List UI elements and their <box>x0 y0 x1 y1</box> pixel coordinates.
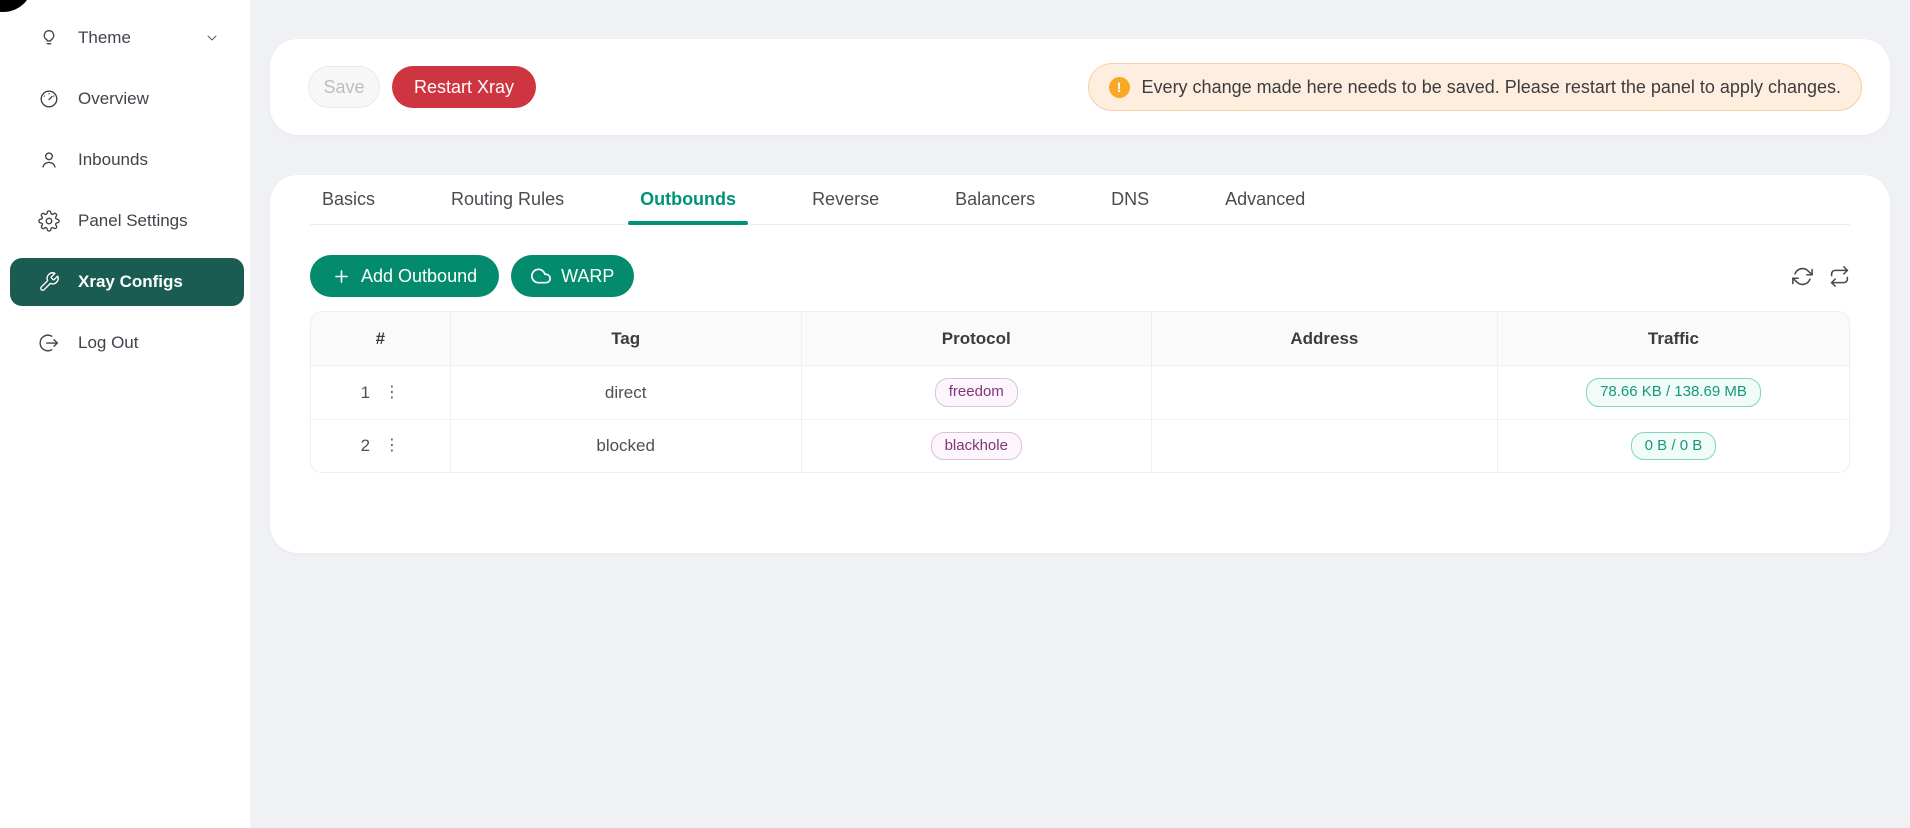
cell-tag: direct <box>450 366 801 419</box>
cell-index: 2 ⋮ <box>311 420 450 472</box>
cell-address <box>1151 366 1497 419</box>
cell-protocol: blackhole <box>801 420 1151 472</box>
dashboard-icon <box>38 88 60 110</box>
cloud-icon <box>531 266 551 286</box>
tab-dns[interactable]: DNS <box>1099 175 1161 224</box>
table-row: 1 ⋮ direct freedom 78.66 KB / 138.69 MB <box>311 366 1849 419</box>
cell-traffic: 78.66 KB / 138.69 MB <box>1497 366 1849 419</box>
traffic-badge: 78.66 KB / 138.69 MB <box>1586 378 1761 406</box>
warp-button[interactable]: WARP <box>511 255 634 297</box>
wrench-icon <box>38 271 60 293</box>
row-menu-icon[interactable]: ⋮ <box>384 385 400 401</box>
refresh-icon[interactable] <box>1792 266 1813 287</box>
sidebar-menu: Theme Overview Inbounds <box>0 0 250 367</box>
tab-routing-rules[interactable]: Routing Rules <box>439 175 576 224</box>
tab-reverse[interactable]: Reverse <box>800 175 891 224</box>
config-tabs: Basics Routing Rules Outbounds Reverse B… <box>310 175 1850 225</box>
app-window: Theme Overview Inbounds <box>0 0 1910 828</box>
protocol-badge: blackhole <box>931 432 1022 460</box>
restart-xray-button[interactable]: Restart Xray <box>392 66 536 108</box>
table-tools <box>1792 266 1850 287</box>
sidebar: Theme Overview Inbounds <box>0 0 250 828</box>
save-button[interactable]: Save <box>308 66 380 108</box>
warp-label: WARP <box>561 266 614 287</box>
row-number: 1 <box>361 383 370 403</box>
plus-icon <box>332 267 351 286</box>
sidebar-item-label: Overview <box>78 89 149 109</box>
warning-alert: ! Every change made here needs to be sav… <box>1088 63 1862 111</box>
sidebar-item-label: Panel Settings <box>78 211 188 231</box>
row-number: 2 <box>361 436 370 456</box>
sidebar-item-label: Inbounds <box>78 150 148 170</box>
traffic-badge: 0 B / 0 B <box>1631 432 1717 460</box>
tab-outbounds[interactable]: Outbounds <box>628 175 748 224</box>
table-header: # Tag Protocol Address Traffic <box>311 312 1849 366</box>
user-icon <box>38 149 60 171</box>
column-header-address: Address <box>1151 312 1497 365</box>
table-row: 2 ⋮ blocked blackhole 0 B / 0 B <box>311 419 1849 472</box>
repeat-icon[interactable] <box>1829 266 1850 287</box>
sidebar-item-label: Log Out <box>78 333 139 353</box>
cell-address <box>1151 420 1497 472</box>
sidebar-item-inbounds[interactable]: Inbounds <box>10 136 244 184</box>
cell-tag: blocked <box>450 420 801 472</box>
outbounds-table: # Tag Protocol Address Traffic 1 ⋮ direc… <box>310 311 1850 473</box>
add-outbound-label: Add Outbound <box>361 266 477 287</box>
sidebar-item-label: Theme <box>78 28 131 48</box>
cell-index: 1 ⋮ <box>311 366 450 419</box>
sidebar-item-overview[interactable]: Overview <box>10 75 244 123</box>
sidebar-item-xray-configs[interactable]: Xray Configs <box>10 258 244 306</box>
column-header-traffic: Traffic <box>1497 312 1849 365</box>
tab-balancers[interactable]: Balancers <box>943 175 1047 224</box>
sidebar-item-theme[interactable]: Theme <box>10 14 244 62</box>
toolbar-card: Save Restart Xray ! Every change made he… <box>270 39 1890 135</box>
sidebar-item-label: Xray Configs <box>78 272 183 292</box>
column-header-protocol: Protocol <box>801 312 1151 365</box>
protocol-badge: freedom <box>935 378 1018 406</box>
warning-icon: ! <box>1109 77 1130 98</box>
sidebar-item-panel-settings[interactable]: Panel Settings <box>10 197 244 245</box>
xray-configs-card: Basics Routing Rules Outbounds Reverse B… <box>270 175 1890 553</box>
cell-traffic: 0 B / 0 B <box>1497 420 1849 472</box>
sidebar-item-log-out[interactable]: Log Out <box>10 319 244 367</box>
logout-icon <box>38 332 60 354</box>
tab-basics[interactable]: Basics <box>310 175 387 224</box>
tab-advanced[interactable]: Advanced <box>1213 175 1317 224</box>
main-content: Save Restart Xray ! Every change made he… <box>250 0 1910 828</box>
row-menu-icon[interactable]: ⋮ <box>384 438 400 454</box>
column-header-tag: Tag <box>450 312 801 365</box>
lightbulb-icon <box>38 27 60 49</box>
warning-alert-text: Every change made here needs to be saved… <box>1142 77 1841 98</box>
outbounds-actions: Add Outbound WARP <box>310 255 1850 297</box>
gear-icon <box>38 210 60 232</box>
chevron-down-icon <box>204 30 220 46</box>
column-header-index: # <box>311 312 450 365</box>
cell-protocol: freedom <box>801 366 1151 419</box>
add-outbound-button[interactable]: Add Outbound <box>310 255 499 297</box>
